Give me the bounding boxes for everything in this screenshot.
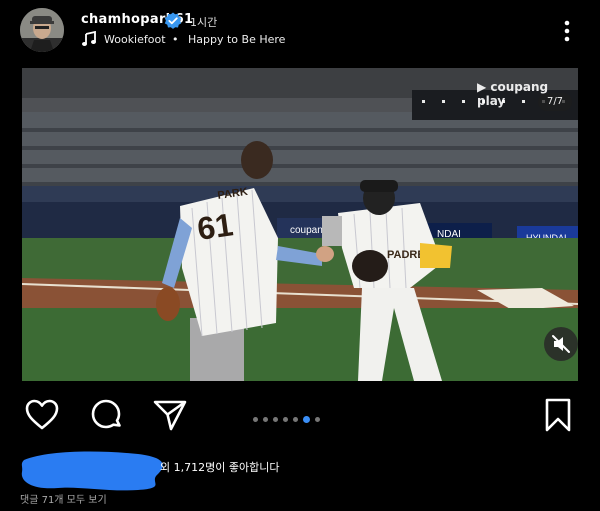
carousel-dot	[263, 417, 268, 422]
carousel-dot	[253, 417, 258, 422]
baseball-photo: coupang NDAI HYUNDAI PARK 61 PADRES	[22, 68, 578, 381]
redacted-scribble	[21, 451, 163, 491]
likes-text: 외 1,712명이 좋아합니다	[160, 461, 280, 474]
comment-icon[interactable]	[88, 397, 124, 433]
mute-icon	[552, 335, 570, 353]
view-comments-link[interactable]: 댓글 71개 모두 보기	[20, 491, 107, 506]
likes-row[interactable]: 외 1,712명이 좋아합니다	[18, 448, 578, 494]
music-separator: •	[172, 33, 179, 46]
carousel-dot	[315, 417, 320, 422]
carousel-counter: 7/7	[538, 93, 572, 111]
mute-button[interactable]	[544, 327, 578, 361]
music-artist[interactable]: Wookiefoot	[104, 33, 166, 46]
heart-icon[interactable]	[24, 397, 60, 433]
jersey-number: 61	[195, 206, 235, 247]
avatar[interactable]	[20, 8, 64, 52]
carousel-dot	[293, 417, 298, 422]
carousel-dot	[283, 417, 288, 422]
carousel-dot	[303, 416, 310, 423]
post-header: chamhopark61 1시간 Wookiefoot • Happy to B…	[0, 0, 600, 62]
avatar-image	[20, 8, 64, 52]
share-icon[interactable]	[152, 397, 188, 433]
bookmark-icon[interactable]	[540, 397, 576, 433]
carousel-indicator	[253, 409, 325, 423]
music-icon	[82, 31, 96, 46]
verified-icon	[164, 12, 182, 29]
post-media[interactable]: coupang NDAI HYUNDAI PARK 61 PADRES ▶ co	[22, 68, 578, 381]
post-time: 1시간	[190, 16, 218, 29]
music-title[interactable]: Happy to Be Here	[188, 33, 285, 46]
more-icon[interactable]	[561, 18, 573, 44]
carousel-dot	[273, 417, 278, 422]
